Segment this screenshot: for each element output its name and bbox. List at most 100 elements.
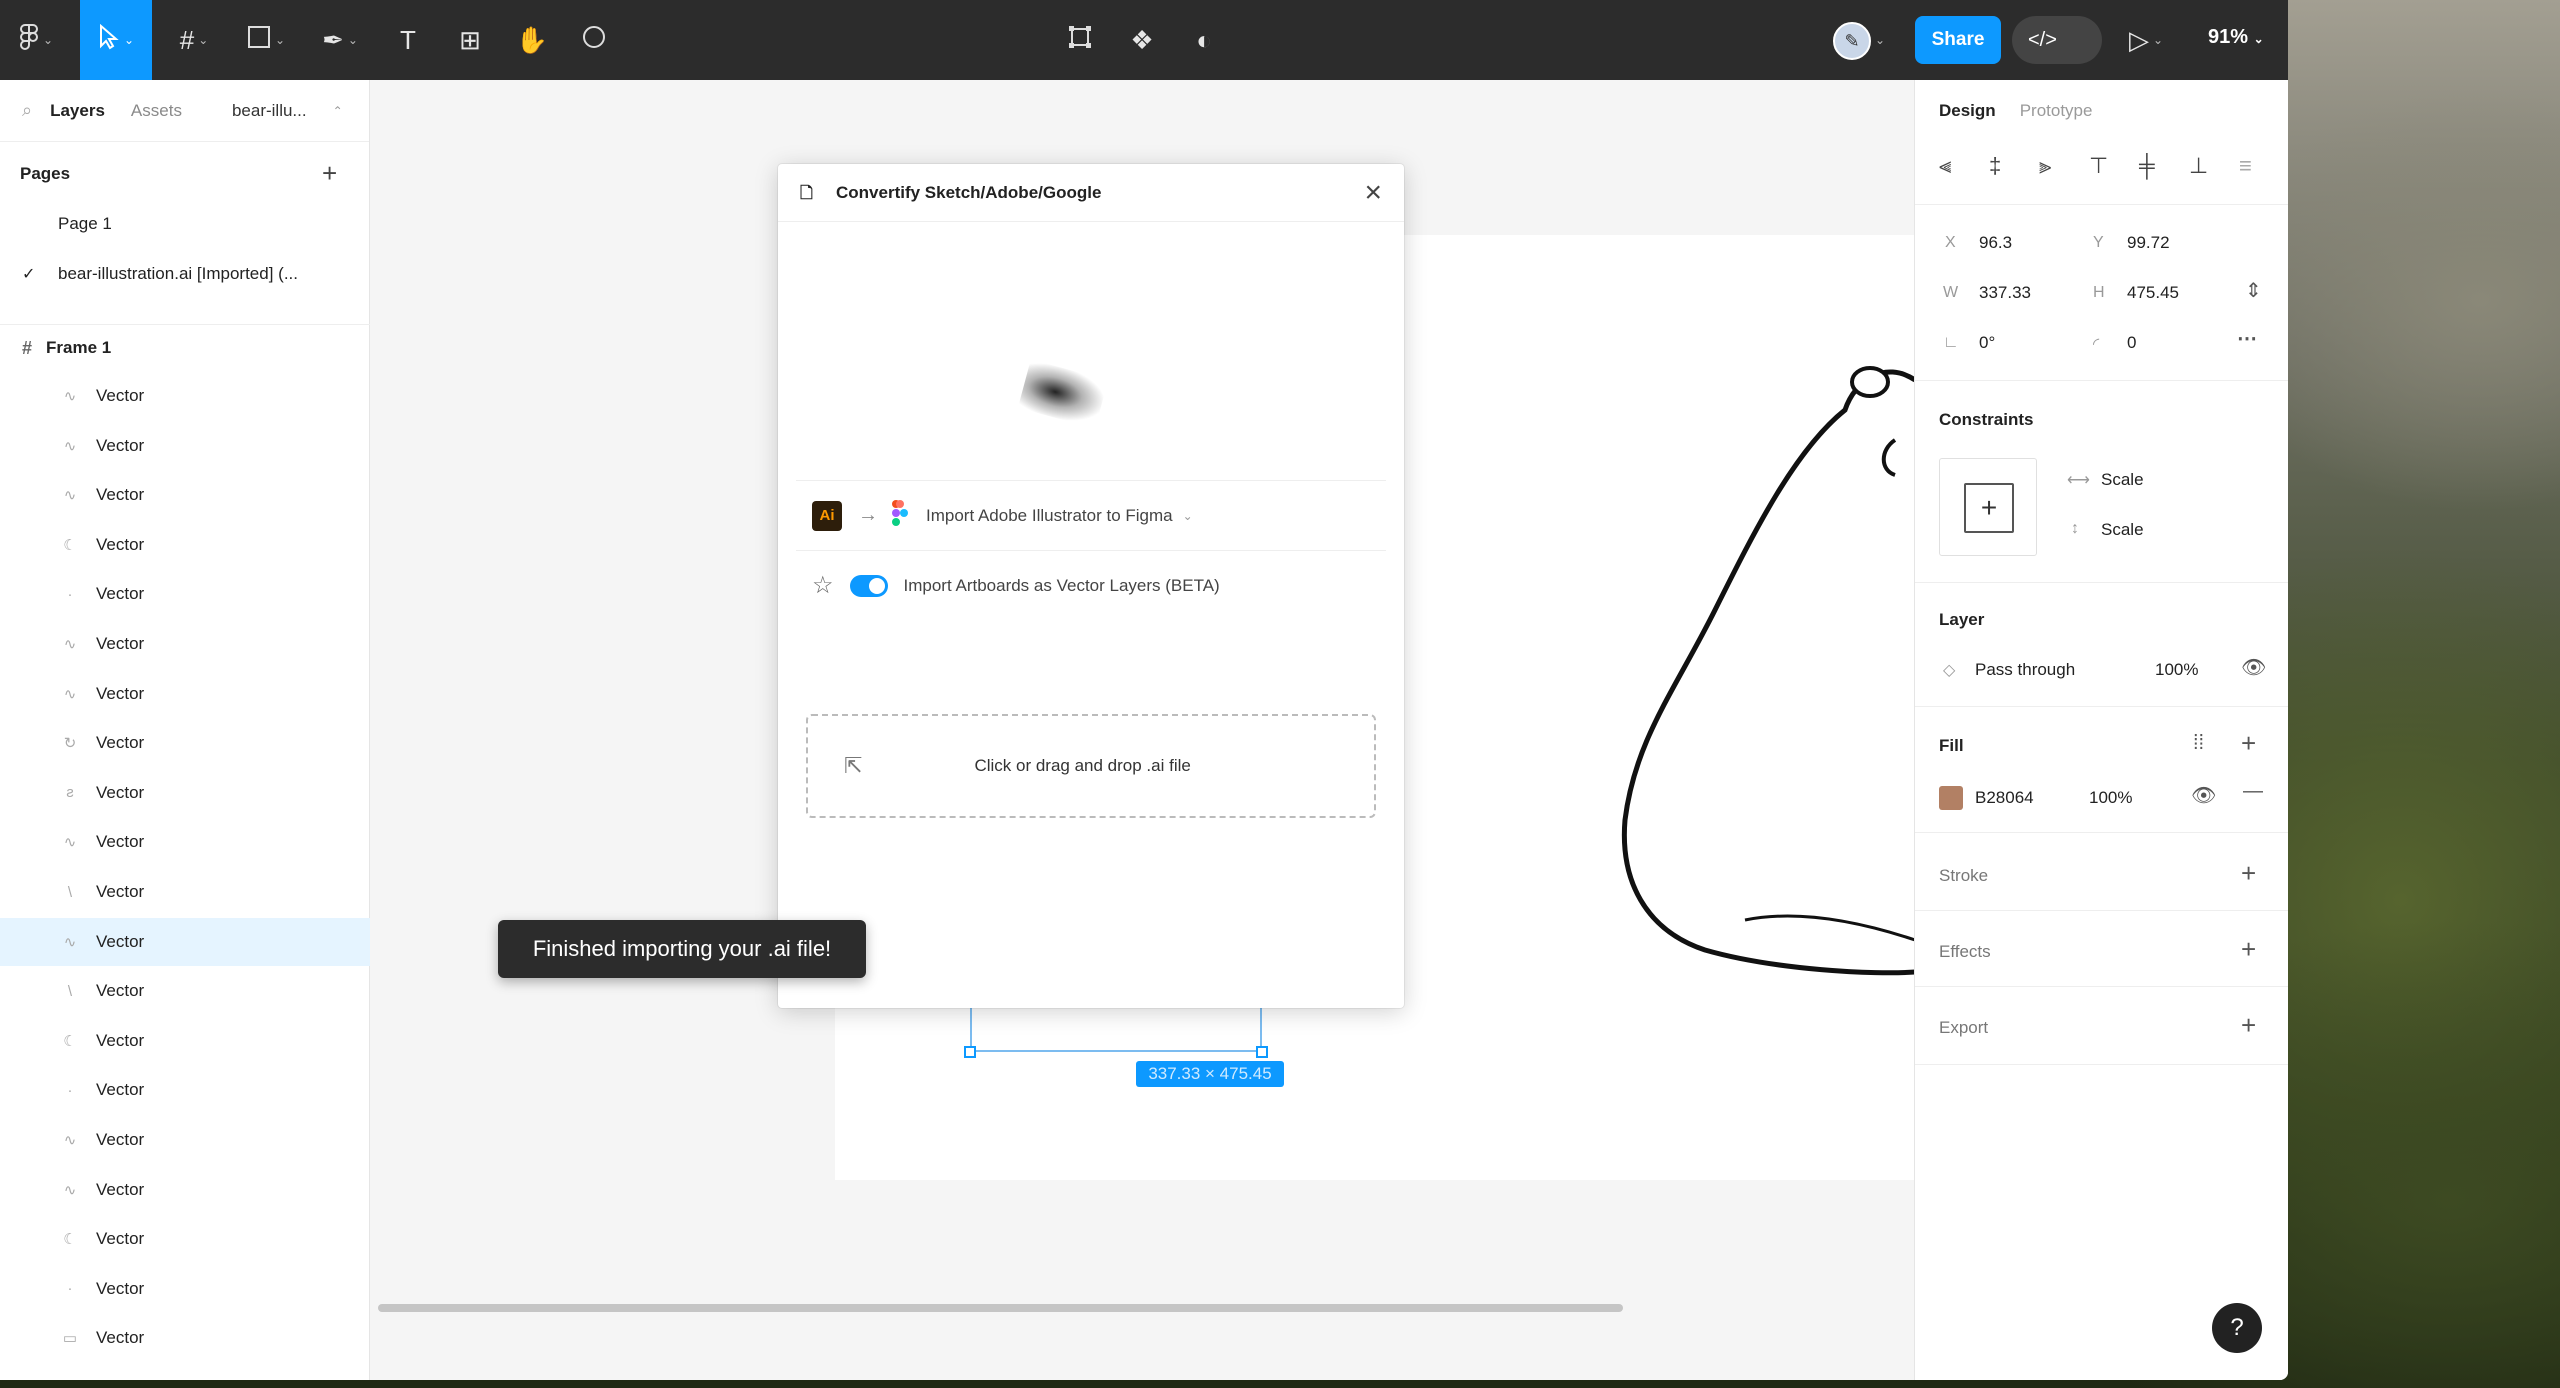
tab-assets[interactable]: Assets — [131, 101, 182, 121]
toolbar: ⌄ ⌄ # ⌄ ⌄ ✒ ⌄ T ⊞ ✋ ❖ ◐ ✎ ⌄ Share </> ▷ ⌄ 9… — [0, 0, 2288, 80]
style-grid-icon[interactable]: ⁞⁞ — [2193, 732, 2204, 755]
x-input[interactable]: 96.3 — [1979, 233, 2012, 253]
resize-handle[interactable] — [1256, 1046, 1268, 1058]
import-ai-option[interactable]: Ai → Import Adobe Illustrator to Figma ⌄ — [796, 480, 1386, 550]
figma-window: ⌄ ⌄ # ⌄ ⌄ ✒ ⌄ T ⊞ ✋ ❖ ◐ ✎ ⌄ Share </> ▷ ⌄ 9… — [0, 0, 2288, 1380]
layer-opacity-input[interactable]: 100% — [2155, 660, 2198, 680]
layer-row[interactable]: ∿ Vector — [0, 422, 370, 470]
layer-row[interactable]: ∿ Vector — [0, 670, 370, 718]
eye-icon[interactable]: 👁 — [2241, 655, 2266, 680]
artboards-toggle[interactable] — [849, 574, 888, 597]
adobe-illustrator-icon: Ai — [812, 500, 842, 531]
layer-row[interactable]: ↻ Vector — [0, 719, 370, 767]
y-input[interactable]: 99.72 — [2127, 233, 2170, 253]
align-top-icon[interactable]: ⊤ — [2089, 153, 2108, 179]
constraints-widget[interactable]: + — [1939, 458, 2037, 556]
layer-row[interactable]: ∿ Vector — [0, 620, 370, 668]
eye-icon[interactable]: 👁 — [2191, 783, 2216, 808]
help-button[interactable]: ? — [2212, 1303, 2262, 1353]
pen-tool-button[interactable]: ✒ ⌄ — [312, 12, 368, 68]
layer-row[interactable]: ∿ Vector — [0, 1166, 370, 1214]
align-left-icon[interactable]: ⫷ — [1939, 153, 1951, 179]
layer-row[interactable]: ∿ Vector — [0, 372, 370, 420]
layer-row[interactable]: ƨ Vector — [0, 769, 370, 817]
layer-row[interactable]: ▭ Vector — [0, 1314, 370, 1362]
layer-row[interactable]: ☾ Vector — [0, 1017, 370, 1065]
tab-layers[interactable]: Layers — [50, 101, 105, 121]
tab-prototype[interactable]: Prototype — [2020, 101, 2093, 121]
close-icon[interactable]: × — [1364, 176, 1382, 210]
vertical-constraint-select[interactable]: Scale — [2101, 520, 2144, 540]
add-effect-icon[interactable]: + — [2241, 934, 2256, 965]
import-artboards-option[interactable]: ☆ Import Artboards as Vector Layers (BET… — [796, 550, 1386, 620]
shape-tool-button[interactable]: ⌄ — [238, 12, 294, 68]
crop-frame-button[interactable] — [1052, 12, 1108, 68]
zoom-menu[interactable]: 91% ⌄ — [2208, 26, 2264, 49]
layer-row[interactable]: ∿ Vector — [0, 917, 370, 966]
align-vertical-center-icon[interactable]: ╪ — [2139, 153, 2155, 179]
divider — [1915, 706, 2288, 707]
dev-mode-toggle[interactable]: </> — [2012, 16, 2102, 64]
main-menu-button[interactable]: ⌄ — [8, 12, 64, 68]
text-tool-button[interactable]: T — [380, 12, 436, 68]
distribute-icon[interactable]: ≡ — [2239, 153, 2252, 179]
fill-opacity-input[interactable]: 100% — [2089, 788, 2132, 808]
layer-row[interactable]: ∿ Vector — [0, 1116, 370, 1164]
comment-tool-button[interactable] — [566, 12, 622, 68]
fill-hex-input[interactable]: B28064 — [1975, 788, 2034, 808]
align-right-icon[interactable]: ⫸ — [2039, 153, 2051, 179]
layer-name: Vector — [96, 584, 145, 604]
layer-row[interactable]: · Vector — [0, 1066, 370, 1114]
tab-design[interactable]: Design — [1939, 101, 1996, 121]
layer-name: Vector — [96, 1328, 145, 1348]
align-bottom-icon[interactable]: ⊥ — [2189, 153, 2208, 179]
mask-button[interactable]: ◐ — [1176, 12, 1232, 68]
constrain-proportions-icon[interactable]: ⇕ — [2245, 278, 2262, 303]
y-label: Y — [2093, 234, 2104, 251]
rotation-input[interactable]: 0° — [1979, 333, 1995, 353]
layer-row[interactable]: ∿ Vector — [0, 818, 370, 866]
horizontal-constraint-select[interactable]: Scale — [2101, 470, 2144, 490]
ai-file-dropzone[interactable]: ⇱ Click or drag and drop .ai file — [806, 714, 1376, 818]
page-item-current[interactable]: bear-illustration.ai [Imported] (... — [58, 264, 298, 284]
layer-row[interactable]: \ Vector — [0, 868, 370, 916]
fill-color-swatch[interactable] — [1939, 786, 1963, 810]
radius-input[interactable]: 0 — [2127, 333, 2136, 353]
page-item[interactable]: Page 1 — [58, 214, 112, 234]
horizontal-scrollbar[interactable] — [378, 1304, 1623, 1312]
layer-row[interactable]: ∿ Vector — [0, 471, 370, 519]
layer-name: Vector — [96, 1130, 145, 1149]
search-icon[interactable]: ⌕ — [22, 100, 32, 121]
add-export-icon[interactable]: + — [2241, 1010, 2256, 1041]
present-button[interactable]: ▷ ⌄ — [2118, 12, 2174, 68]
width-input[interactable]: 337.33 — [1979, 283, 2031, 303]
height-input[interactable]: 475.45 — [2127, 283, 2179, 303]
layer-row[interactable]: \ Vector — [0, 967, 370, 1015]
align-horizontal-center-icon[interactable]: ‡ — [1989, 153, 2001, 179]
add-stroke-icon[interactable]: + — [2241, 858, 2256, 889]
layer-row[interactable]: ☾ Vector — [0, 521, 370, 569]
avatar-menu-caret[interactable]: ⌄ — [1868, 12, 1888, 68]
file-name-tab[interactable]: bear-illu... — [232, 101, 307, 121]
layer-row[interactable]: · Vector — [0, 1265, 370, 1313]
move-tool-button[interactable]: ⌄ — [80, 0, 152, 80]
avatar[interactable]: ✎ — [1833, 22, 1871, 60]
remove-fill-icon[interactable]: — — [2243, 780, 2263, 803]
share-button[interactable]: Share — [1915, 16, 2001, 64]
frame-tool-button[interactable]: # ⌄ — [166, 12, 222, 68]
layer-row[interactable]: · Vector — [0, 570, 370, 618]
frame-select-icon — [1067, 24, 1093, 57]
chevron-down-icon: ⌄ — [1874, 33, 1886, 47]
hand-tool-button[interactable]: ✋ — [504, 12, 560, 68]
component-button[interactable]: ❖ — [1114, 12, 1170, 68]
bear-illustration-outline[interactable] — [1495, 360, 1915, 980]
add-fill-icon[interactable]: + — [2241, 728, 2256, 759]
canvas[interactable]: 337.33 × 475.45 🗋 Convertify Sketch/Adob… — [370, 80, 1915, 1380]
more-options-icon[interactable]: ⋯ — [2237, 326, 2257, 351]
blend-mode-select[interactable]: Pass through — [1975, 660, 2075, 680]
resources-button[interactable]: ⊞ — [442, 12, 498, 68]
layer-row-frame[interactable]: # Frame 1 — [0, 324, 370, 372]
add-page-icon[interactable]: + — [322, 158, 337, 189]
layer-row[interactable]: ☾ Vector — [0, 1215, 370, 1263]
resize-handle[interactable] — [964, 1046, 976, 1058]
